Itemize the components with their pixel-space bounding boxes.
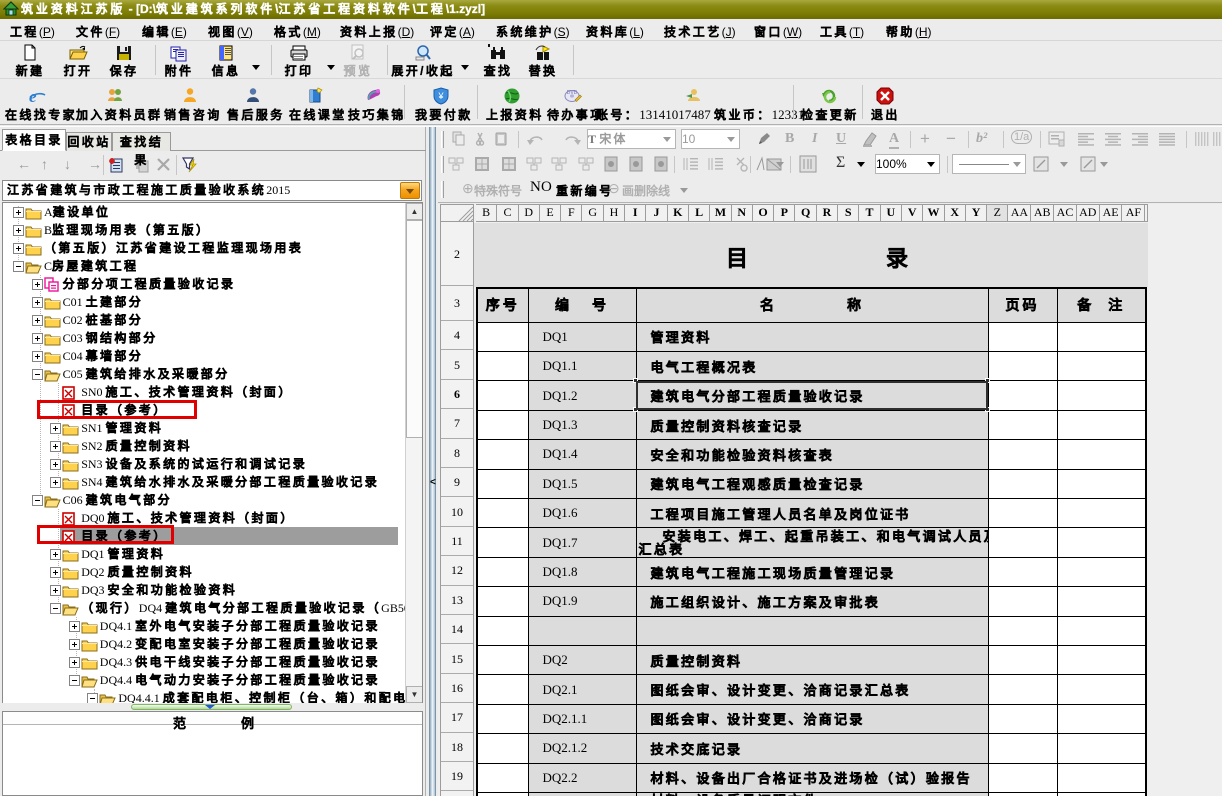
svg-text:DVD: DVD: [567, 90, 578, 96]
svg-text:¥: ¥: [437, 91, 444, 101]
